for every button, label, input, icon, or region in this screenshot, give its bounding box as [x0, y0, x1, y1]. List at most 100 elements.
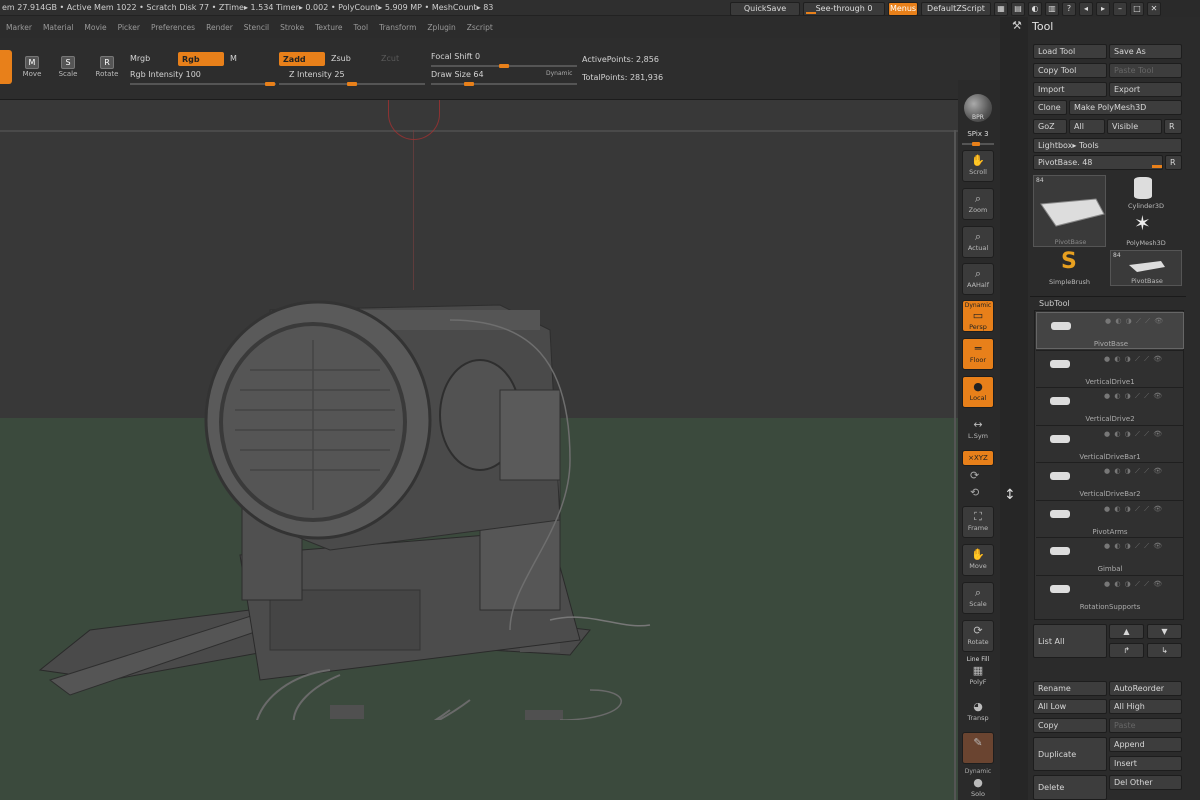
- subtool-visibility-icons[interactable]: ● ◐ ◑ ⟋ ⟋ 👁: [1104, 467, 1163, 476]
- tool-palette-title[interactable]: Tool: [1032, 20, 1053, 33]
- defaultzscript-button[interactable]: DefaultZScript: [921, 1, 991, 16]
- zadd-button[interactable]: Zadd: [279, 52, 325, 66]
- load-tool-button[interactable]: Load Tool: [1033, 44, 1107, 59]
- zsub-button[interactable]: Zsub: [331, 54, 351, 63]
- subtool-visibility-icons[interactable]: ● ◐ ◑ ⟋ ⟋ 👁: [1104, 542, 1163, 551]
- xyz-button[interactable]: ×XYZ: [962, 450, 994, 466]
- scroll-left-icon[interactable]: ◂: [1079, 1, 1093, 16]
- local-button[interactable]: ● Local: [962, 376, 994, 408]
- goz-r-button[interactable]: R: [1164, 119, 1182, 134]
- m-button[interactable]: M: [230, 54, 237, 63]
- tool-thumb-pivotbase-2[interactable]: 84 PivotBase: [1110, 250, 1182, 286]
- all-low-button[interactable]: All Low: [1033, 699, 1107, 714]
- resize-handle-icon[interactable]: ↕: [1004, 487, 1016, 503]
- menu-picker[interactable]: Picker: [118, 23, 140, 32]
- move-view-button[interactable]: ✋ Move: [962, 544, 994, 576]
- import-button[interactable]: Import: [1033, 82, 1107, 97]
- subtool-row[interactable]: ● ◐ ◑ ⟋ ⟋ 👁 VerticalDriveBar2: [1036, 462, 1184, 499]
- tool-thumb-polymesh[interactable]: ✶ PolyMesh3D: [1110, 212, 1182, 248]
- menu-zplugin[interactable]: Zplugin: [427, 23, 455, 32]
- subtool-visibility-icons[interactable]: ● ◐ ◑ ⟋ ⟋ 👁: [1104, 580, 1163, 589]
- menu-zscript[interactable]: Zscript: [467, 23, 493, 32]
- duplicate-button[interactable]: Duplicate: [1033, 737, 1107, 771]
- searchlight-model[interactable]: [30, 200, 730, 720]
- persp-button[interactable]: Dynamic ▭ Persp: [962, 300, 994, 332]
- rotate-view-button[interactable]: ⟳ Rotate: [962, 620, 994, 652]
- rgb-button[interactable]: Rgb: [178, 52, 224, 66]
- tool-thumb-pivotbase[interactable]: 84 PivotBase: [1033, 175, 1106, 247]
- make-polymesh-button[interactable]: Make PolyMesh3D: [1069, 100, 1182, 115]
- goz-button[interactable]: GoZ: [1033, 119, 1067, 134]
- save-as-button[interactable]: Save As: [1109, 44, 1182, 59]
- subtool-row[interactable]: ● ◐ ◑ ⟋ ⟋ 👁 VerticalDriveBar1: [1036, 424, 1184, 462]
- scale-view-button[interactable]: ⌕ Scale: [962, 582, 994, 614]
- floor-button[interactable]: ═ Floor: [962, 338, 994, 370]
- subtool-row[interactable]: ● ◐ ◑ ⟋ ⟋ 👁 RotationSupports: [1036, 574, 1184, 612]
- dynamic-button[interactable]: Dynamic: [546, 70, 572, 77]
- move-tool-button[interactable]: M Move: [19, 56, 45, 82]
- delete-button[interactable]: Delete: [1033, 775, 1107, 800]
- subtool-visibility-icons[interactable]: ● ◐ ◑ ⟋ ⟋ 👁: [1104, 505, 1163, 514]
- export-button[interactable]: Export: [1109, 82, 1182, 97]
- subtool-row[interactable]: ● ◐ ◑ ⟋ ⟋ 👁 PivotArms: [1036, 499, 1184, 537]
- menu-movie[interactable]: Movie: [84, 23, 106, 32]
- menu-transform[interactable]: Transform: [379, 23, 416, 32]
- move-down-button[interactable]: ▼: [1147, 624, 1182, 639]
- subtool-visibility-icons[interactable]: ● ◐ ◑ ⟋ ⟋ 👁: [1105, 317, 1164, 326]
- menu-preferences[interactable]: Preferences: [151, 23, 195, 32]
- move-up-button[interactable]: ▲: [1109, 624, 1144, 639]
- copy-tool-button[interactable]: Copy Tool: [1033, 63, 1107, 78]
- draw-size-slider[interactable]: [431, 82, 577, 86]
- menu-texture[interactable]: Texture: [315, 23, 342, 32]
- insert-button[interactable]: Insert: [1109, 756, 1182, 771]
- transp-button[interactable]: ◕ Transp: [962, 700, 994, 726]
- mrgb-button[interactable]: Mrgb: [130, 54, 150, 63]
- goz-visible-button[interactable]: Visible: [1107, 119, 1162, 134]
- quicksave-button[interactable]: QuickSave: [730, 1, 800, 16]
- subtool-header[interactable]: SubTool: [1039, 299, 1070, 308]
- subtool-visibility-icons[interactable]: ● ◐ ◑ ⟋ ⟋ 👁: [1104, 355, 1163, 364]
- aahalf-button[interactable]: ⌕ AAHalf: [962, 263, 994, 295]
- paste-subtool-button[interactable]: Paste: [1109, 718, 1182, 733]
- scale-tool-button[interactable]: S Scale: [55, 56, 81, 82]
- del-other-button[interactable]: Del Other: [1109, 775, 1182, 790]
- help-icon[interactable]: ?: [1062, 1, 1076, 16]
- close-icon[interactable]: ✕: [1147, 1, 1161, 16]
- autoreorder-button[interactable]: AutoReorder: [1109, 681, 1182, 696]
- move-to-top-icon[interactable]: ↱: [1109, 643, 1144, 658]
- subtool-row[interactable]: ● ◐ ◑ ⟋ ⟋ 👁 VerticalDrive2: [1036, 387, 1184, 424]
- menu-marker[interactable]: Marker: [6, 23, 32, 32]
- scroll-right-icon[interactable]: ▸: [1096, 1, 1110, 16]
- clone-button[interactable]: Clone: [1033, 100, 1067, 115]
- subtool-row[interactable]: ● ◐ ◑ ⟋ ⟋ 👁 PivotBase: [1036, 312, 1184, 349]
- restore-icon[interactable]: □: [1130, 1, 1144, 16]
- spix-slider[interactable]: [962, 142, 994, 146]
- ghost-button[interactable]: ✎: [962, 732, 994, 764]
- minimize-icon[interactable]: –: [1113, 1, 1127, 16]
- palette-icon[interactable]: ▥: [1045, 1, 1059, 16]
- current-tool-r-button[interactable]: R: [1165, 155, 1182, 170]
- polyf-button[interactable]: ▦ PolyF: [962, 664, 994, 690]
- menu-stencil[interactable]: Stencil: [244, 23, 269, 32]
- z-intensity-slider[interactable]: [279, 82, 425, 86]
- current-tool-slider[interactable]: PivotBase. 48: [1033, 155, 1163, 170]
- lsym-button[interactable]: ↔ L.Sym: [962, 418, 994, 444]
- move-to-bottom-icon[interactable]: ↳: [1147, 643, 1182, 658]
- menu-tool[interactable]: Tool: [354, 23, 369, 32]
- zcut-button[interactable]: Zcut: [381, 54, 399, 63]
- frame-button[interactable]: ⛶ Frame: [962, 506, 994, 538]
- see-through-slider[interactable]: See-through 0: [803, 1, 885, 16]
- copy-subtool-button[interactable]: Copy: [1033, 718, 1107, 733]
- menu-render[interactable]: Render: [206, 23, 233, 32]
- append-button[interactable]: Append: [1109, 737, 1182, 752]
- subtool-row[interactable]: ● ◐ ◑ ⟋ ⟋ 👁 Gimbal: [1036, 537, 1184, 574]
- rotate-tool-button[interactable]: R Rotate: [94, 56, 120, 82]
- rotate-z-icon[interactable]: ⟲: [970, 486, 979, 499]
- subtool-visibility-icons[interactable]: ● ◐ ◑ ⟋ ⟋ 👁: [1104, 430, 1163, 439]
- ui-switch-icon[interactable]: ▤: [1011, 1, 1025, 16]
- lightbox-tools-button[interactable]: Lightbox▸ Tools: [1033, 138, 1182, 153]
- tool-thumb-cylinder[interactable]: Cylinder3D: [1110, 175, 1182, 211]
- paste-tool-button[interactable]: Paste Tool: [1109, 63, 1182, 78]
- menus-button[interactable]: Menus: [888, 1, 918, 16]
- layout-icon[interactable]: ▦: [994, 1, 1008, 16]
